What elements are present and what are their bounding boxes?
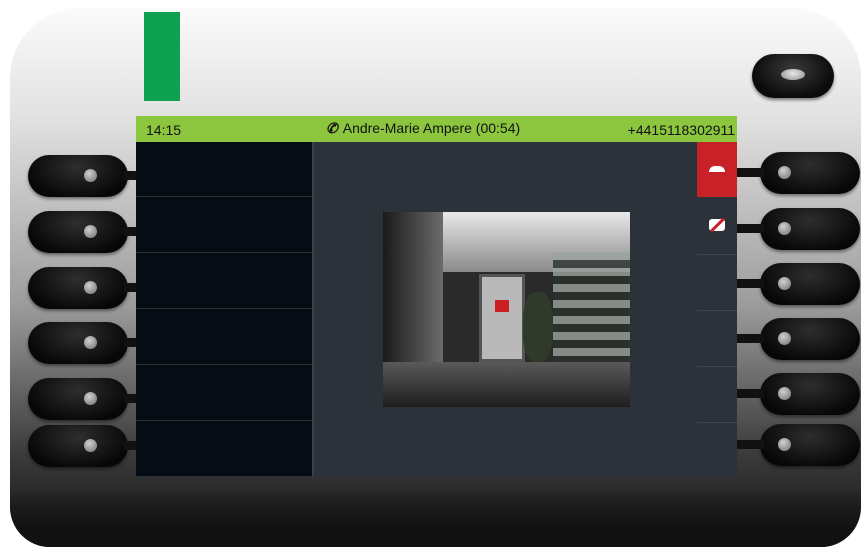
status-led <box>144 12 180 101</box>
key-dot <box>778 438 791 451</box>
video-off-button[interactable] <box>697 198 737 253</box>
key-connector <box>736 224 764 233</box>
key-dot <box>778 166 791 179</box>
key-dot <box>778 332 791 345</box>
right-softkey-label-3[interactable] <box>697 254 737 309</box>
left-softkey-4[interactable] <box>28 322 128 364</box>
key-dot <box>84 281 97 294</box>
left-softkey-panel <box>136 142 312 477</box>
video-plant <box>523 292 553 362</box>
video-door <box>479 274 525 362</box>
left-softkey-label-6[interactable] <box>136 422 312 477</box>
video-floor <box>383 362 630 407</box>
key-dot <box>778 222 791 235</box>
left-softkey-label-4[interactable] <box>136 310 312 365</box>
key-dot <box>84 336 97 349</box>
key-connector <box>736 334 764 343</box>
clock-time: 14:15 <box>146 122 182 138</box>
left-softkey-label-5[interactable] <box>136 366 312 421</box>
status-bar: 14:15 ✆ Andre-Marie Ampere (00:54) +44151… <box>136 116 737 142</box>
navigation-key[interactable] <box>752 54 834 98</box>
hangup-button[interactable] <box>697 142 737 197</box>
phone-screen: 14:15 ✆ Andre-Marie Ampere (00:54) +44151… <box>136 116 737 477</box>
right-softkey-2[interactable] <box>760 208 860 250</box>
left-softkey-5[interactable] <box>28 378 128 420</box>
video-off-icon <box>709 219 725 231</box>
video-feed <box>383 212 630 407</box>
key-connector <box>736 389 764 398</box>
navigation-key-indicator <box>781 69 805 80</box>
video-area <box>314 142 697 477</box>
key-dot <box>778 387 791 400</box>
left-softkey-label-1[interactable] <box>136 142 312 197</box>
key-connector <box>736 440 764 449</box>
left-softkey-6[interactable] <box>28 425 128 467</box>
left-softkey-label-3[interactable] <box>136 254 312 309</box>
right-softkey-panel <box>697 142 737 477</box>
caller-name: Andre-Marie Ampere (00:54) <box>342 120 521 136</box>
key-connector <box>736 279 764 288</box>
right-softkey-4[interactable] <box>760 318 860 360</box>
right-softkey-1[interactable] <box>760 152 860 194</box>
caller-info: ✆ Andre-Marie Ampere (00:54) <box>326 120 520 137</box>
right-softkey-3[interactable] <box>760 263 860 305</box>
left-softkey-3[interactable] <box>28 267 128 309</box>
video-red-sign <box>495 300 509 312</box>
hangup-icon <box>709 166 725 172</box>
right-softkey-label-5[interactable] <box>697 366 737 421</box>
key-dot <box>84 225 97 238</box>
right-softkey-label-4[interactable] <box>697 310 737 365</box>
left-softkey-1[interactable] <box>28 155 128 197</box>
key-dot <box>84 439 97 452</box>
key-dot <box>84 169 97 182</box>
left-softkey-label-2[interactable] <box>136 198 312 253</box>
device-base-shadow <box>10 487 861 547</box>
right-softkey-5[interactable] <box>760 373 860 415</box>
key-dot <box>778 277 791 290</box>
right-softkey-label-6[interactable] <box>697 422 737 477</box>
handset-icon: ✆ <box>326 120 338 136</box>
right-softkey-6[interactable] <box>760 424 860 466</box>
caller-number: +4415118302911 <box>627 122 735 138</box>
key-dot <box>84 392 97 405</box>
key-connector <box>736 168 764 177</box>
left-softkey-2[interactable] <box>28 211 128 253</box>
